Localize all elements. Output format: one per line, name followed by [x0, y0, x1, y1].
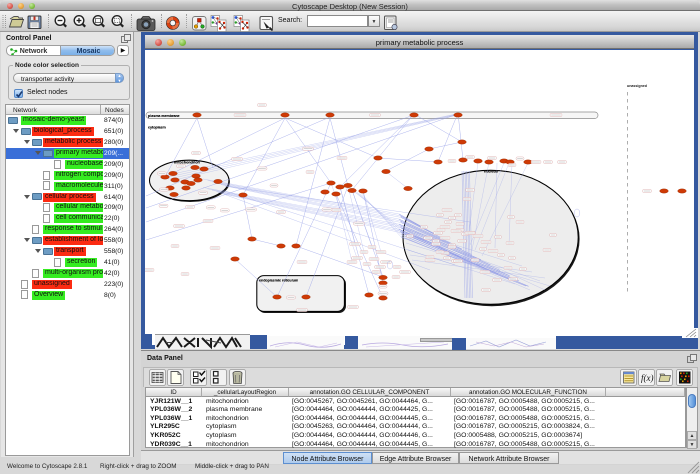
svg-text:f(x): f(x)	[641, 373, 654, 383]
svg-text:cytoplasm: cytoplasm	[148, 126, 166, 130]
svg-text:plasma membrane: plasma membrane	[148, 114, 180, 118]
svg-text:mitochondrion: mitochondrion	[174, 161, 201, 165]
svg-text:endoplasmic reticulum: endoplasmic reticulum	[259, 279, 298, 283]
svg-text:unassigned: unassigned	[627, 84, 647, 88]
svg-text:nucleus: nucleus	[484, 170, 498, 174]
